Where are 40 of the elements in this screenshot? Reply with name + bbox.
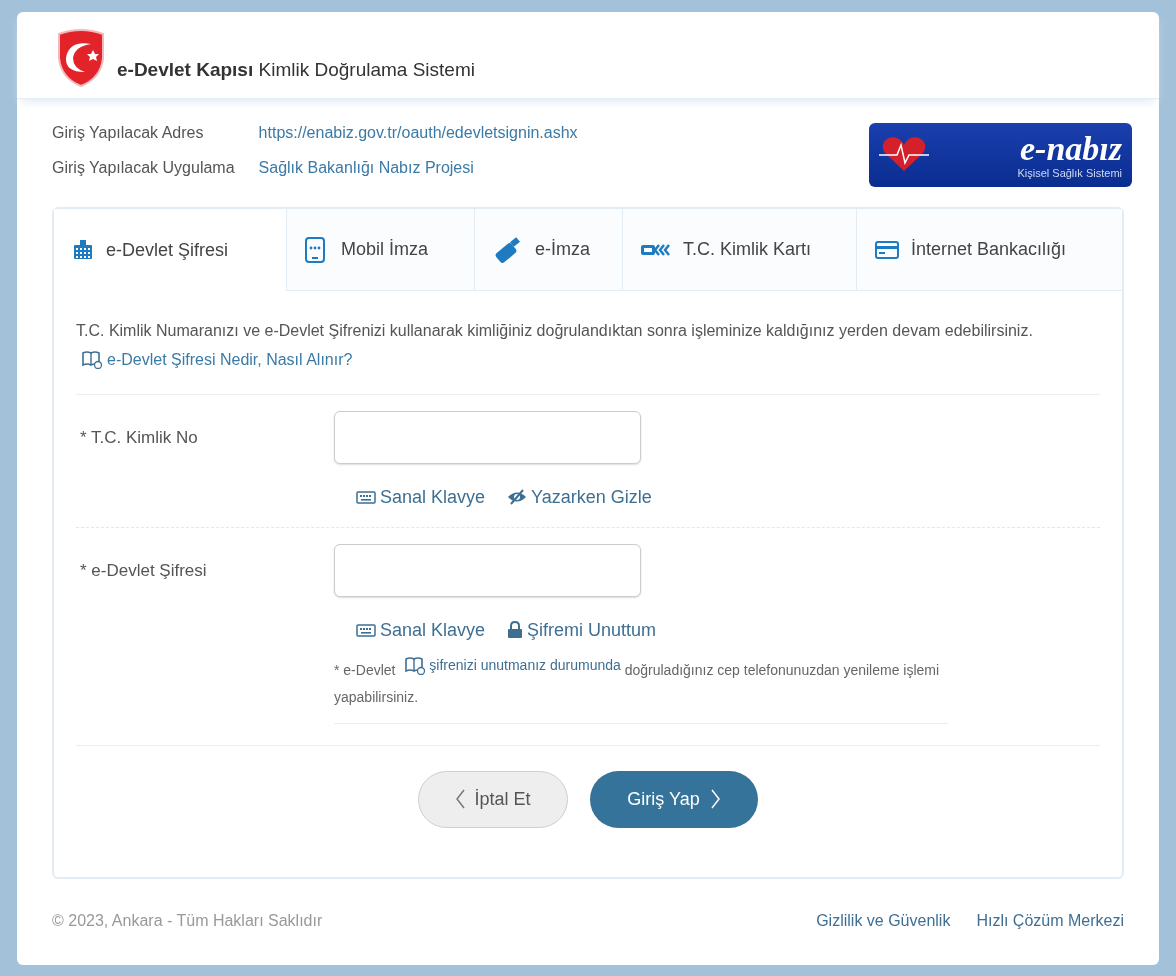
shield-logo-icon [55,28,107,88]
login-button[interactable]: Giriş Yap [590,770,758,828]
keyboard-icon [356,622,376,638]
field-link[interactable]: Sanal Klavye [380,616,486,644]
logo-subtitle: Kişisel Sağlık Sistemi [1017,167,1122,179]
credit-card-icon [875,238,899,261]
chevron-right-icon [709,789,721,810]
info-value: https://enabiz.gov.tr/oauth/edevletsignin.ashx [258,123,578,143]
field-label: * e-Devlet Şifresi [79,559,208,582]
book-icon [405,655,427,675]
keyboard-icon [356,489,376,505]
input-field[interactable] [334,410,641,464]
logo-name: e-nabız [1020,131,1122,167]
chevron-left-icon [455,789,467,810]
forgot-password-link[interactable]: şifrenizi unutmanız durumunda [429,651,621,679]
info-value: Sağlık Bakanlığı Nabız Projesi [258,158,475,178]
lock-icon [507,621,524,640]
page-title: e-Devlet Kapısı Kimlik Doğrulama Sistemi [117,57,475,82]
tab[interactable]: Mobil İmza [287,209,475,291]
info-label: Giriş Yapılacak Adres [52,123,205,143]
footer-link[interactable]: Hızlı Çözüm Merkezi [976,909,1124,933]
tab[interactable]: e-Devlet Şifresi [54,209,287,291]
help-link[interactable]: e-Devlet Şifresi Nedir, Nasıl Alınır? [107,345,353,374]
description-text: T.C. Kimlik Numaranızı ve e-Devlet Şifrenizi kullanarak kimliğiniz doğrulandıktan sonra işleminize kaldığınız yerden devam edebilirsiniz. e-Devlet Şifresi Nedir, Nasıl Alınır? [76,317,1100,395]
field-link[interactable]: Yazarken Gizle [531,483,652,511]
tab[interactable]: e-İmza [475,209,623,291]
cancel-button[interactable]: İptal Et [418,770,568,828]
info-label: Giriş Yapılacak Uygulama [52,158,235,178]
copyright-text: © 2023, Ankara - Tüm Hakları Saklıdır [52,911,323,931]
note-text: * e-Devlet şifrenizi unutmanız durumunda doğruladığınız cep telefonunuzdan yenileme işlemi yapabilirsiniz. [334,651,948,711]
book-icon [82,350,103,370]
field-link[interactable]: Şifremi Unuttum [527,616,657,644]
field-label: * T.C. Kimlik No [79,426,199,449]
field-link[interactable]: Sanal Klavye [380,483,486,511]
tab[interactable]: T.C. Kimlik Kartı [623,209,857,291]
input-field[interactable] [334,543,641,597]
eye-slash-icon [507,489,528,506]
footer-link[interactable]: Gizlilik ve Güvenlik [816,909,951,933]
keypad-icon [72,239,94,261]
usb-stick-icon [493,236,523,263]
